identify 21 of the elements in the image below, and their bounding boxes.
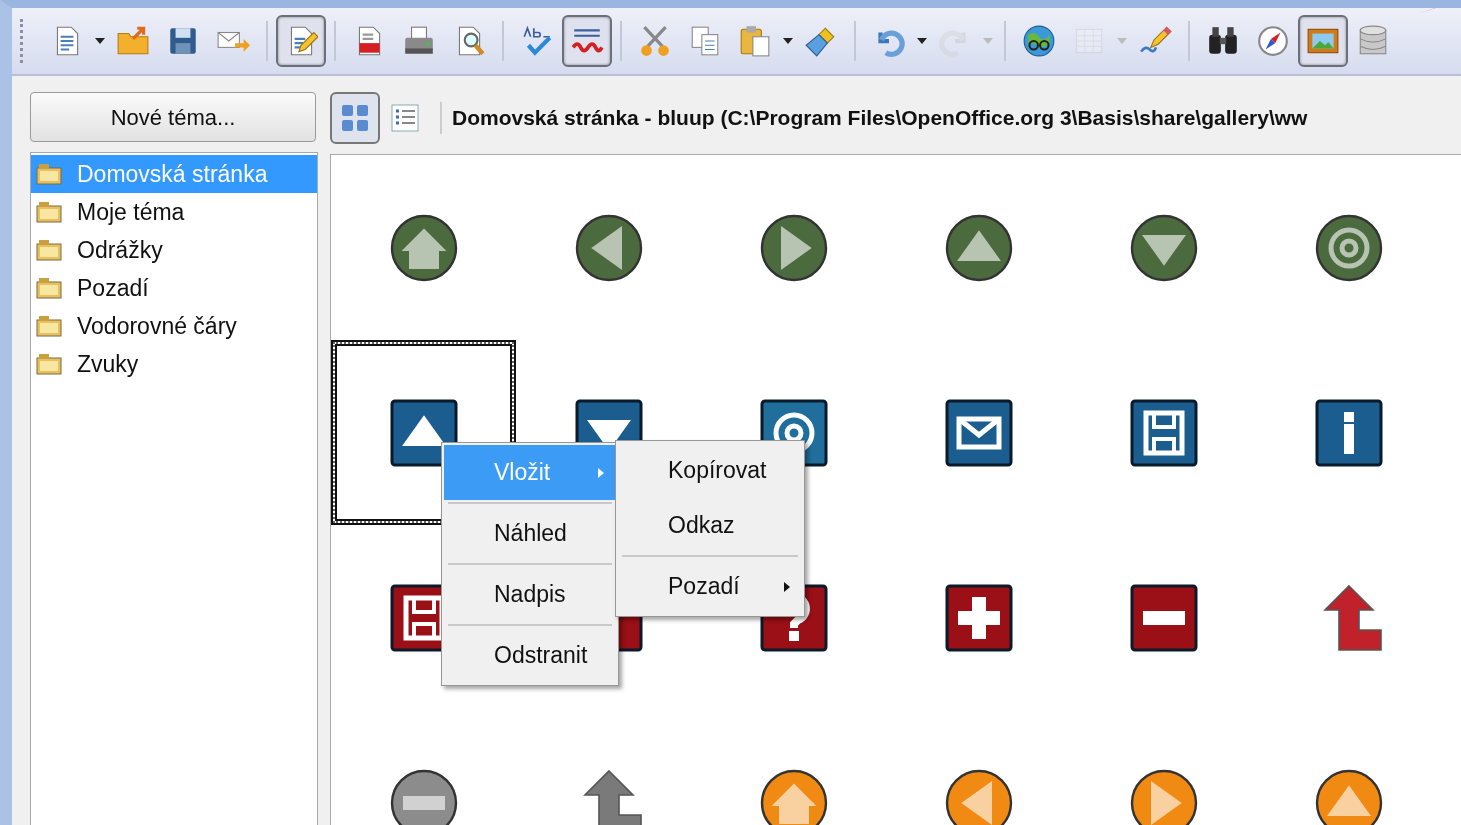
paste-icon: [738, 24, 772, 58]
scissors-icon: [638, 24, 672, 58]
menu-item[interactable]: Odstranit: [444, 628, 616, 683]
menu-item[interactable]: Odkaz: [618, 498, 802, 553]
menu-item[interactable]: Nadpis: [444, 567, 616, 622]
menu-item[interactable]: Kopírovat: [618, 443, 802, 498]
menu-item[interactable]: Pozadí: [618, 559, 802, 614]
list-view-icon: [389, 102, 421, 134]
new-theme-button[interactable]: Nové téma...: [30, 92, 316, 142]
gallery-title: Domovská stránka - bluup (C:\Program Files\OpenOffice.org 3\Basis\share\gallery\ww: [440, 102, 1308, 134]
theme-item[interactable]: Vodorovné čáry: [31, 307, 317, 345]
icon-view-icon: [339, 102, 371, 134]
theme-item[interactable]: Odrážky: [31, 231, 317, 269]
theme-item[interactable]: Moje téma: [31, 193, 317, 231]
compass-icon: [1256, 24, 1290, 58]
toolbar-grip[interactable]: [20, 19, 26, 63]
theme-item[interactable]: Zvuky: [31, 345, 317, 383]
menu-item[interactable]: Náhled: [444, 506, 616, 561]
view-toggle[interactable]: [330, 92, 380, 144]
globe-icon: [1022, 24, 1056, 58]
theme-item[interactable]: Pozadí: [31, 269, 317, 307]
